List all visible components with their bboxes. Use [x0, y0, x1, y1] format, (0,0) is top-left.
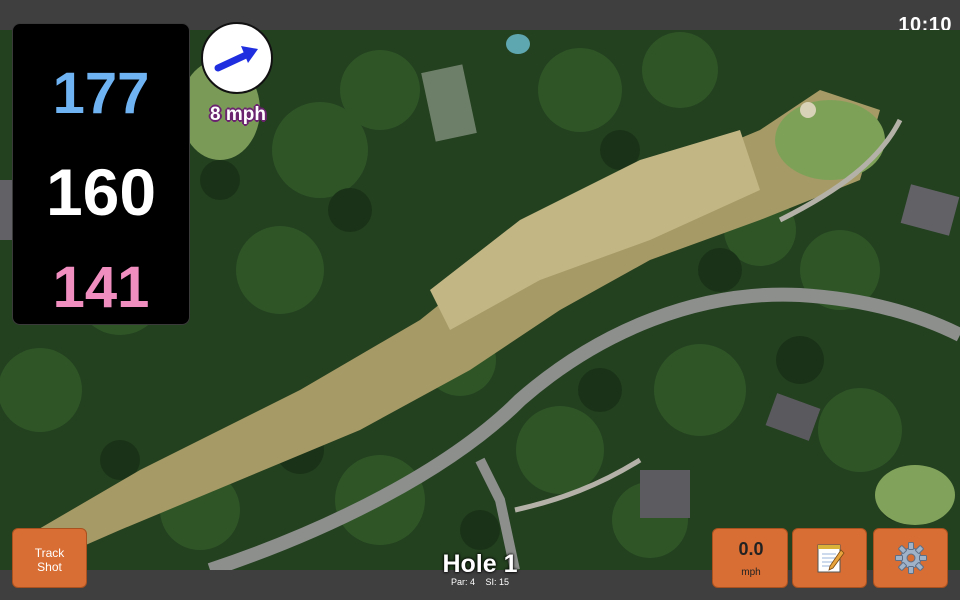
track-shot-button[interactable]: Track Shot [12, 528, 87, 588]
wind-indicator [201, 22, 273, 94]
settings-button[interactable] [873, 528, 948, 588]
hole-info: Par: 4 SI: 15 [380, 577, 580, 587]
middle-distance: 160 [45, 155, 157, 229]
wind-arrow-icon [214, 46, 258, 72]
front-distance: 141 [52, 255, 150, 320]
notes-button[interactable] [792, 528, 867, 588]
wind-speed: 8 mph [210, 104, 266, 125]
speed-button[interactable]: 0.0 mph [712, 528, 788, 588]
distance-panel: 177 160 141 [12, 23, 190, 325]
speed-value: 0.0 [738, 539, 764, 559]
speed-unit: mph [741, 567, 761, 578]
gear-icon [894, 542, 927, 574]
hole-stroke-index: SI: 15 [485, 577, 510, 587]
track-shot-label-line2: Shot [37, 560, 62, 574]
notepad-icon [817, 544, 845, 573]
back-distance: 177 [52, 61, 150, 126]
hole-title: Hole 1 [442, 550, 518, 578]
hole-par: Par: 4 [450, 577, 475, 587]
track-shot-label-line1: Track [34, 546, 65, 560]
